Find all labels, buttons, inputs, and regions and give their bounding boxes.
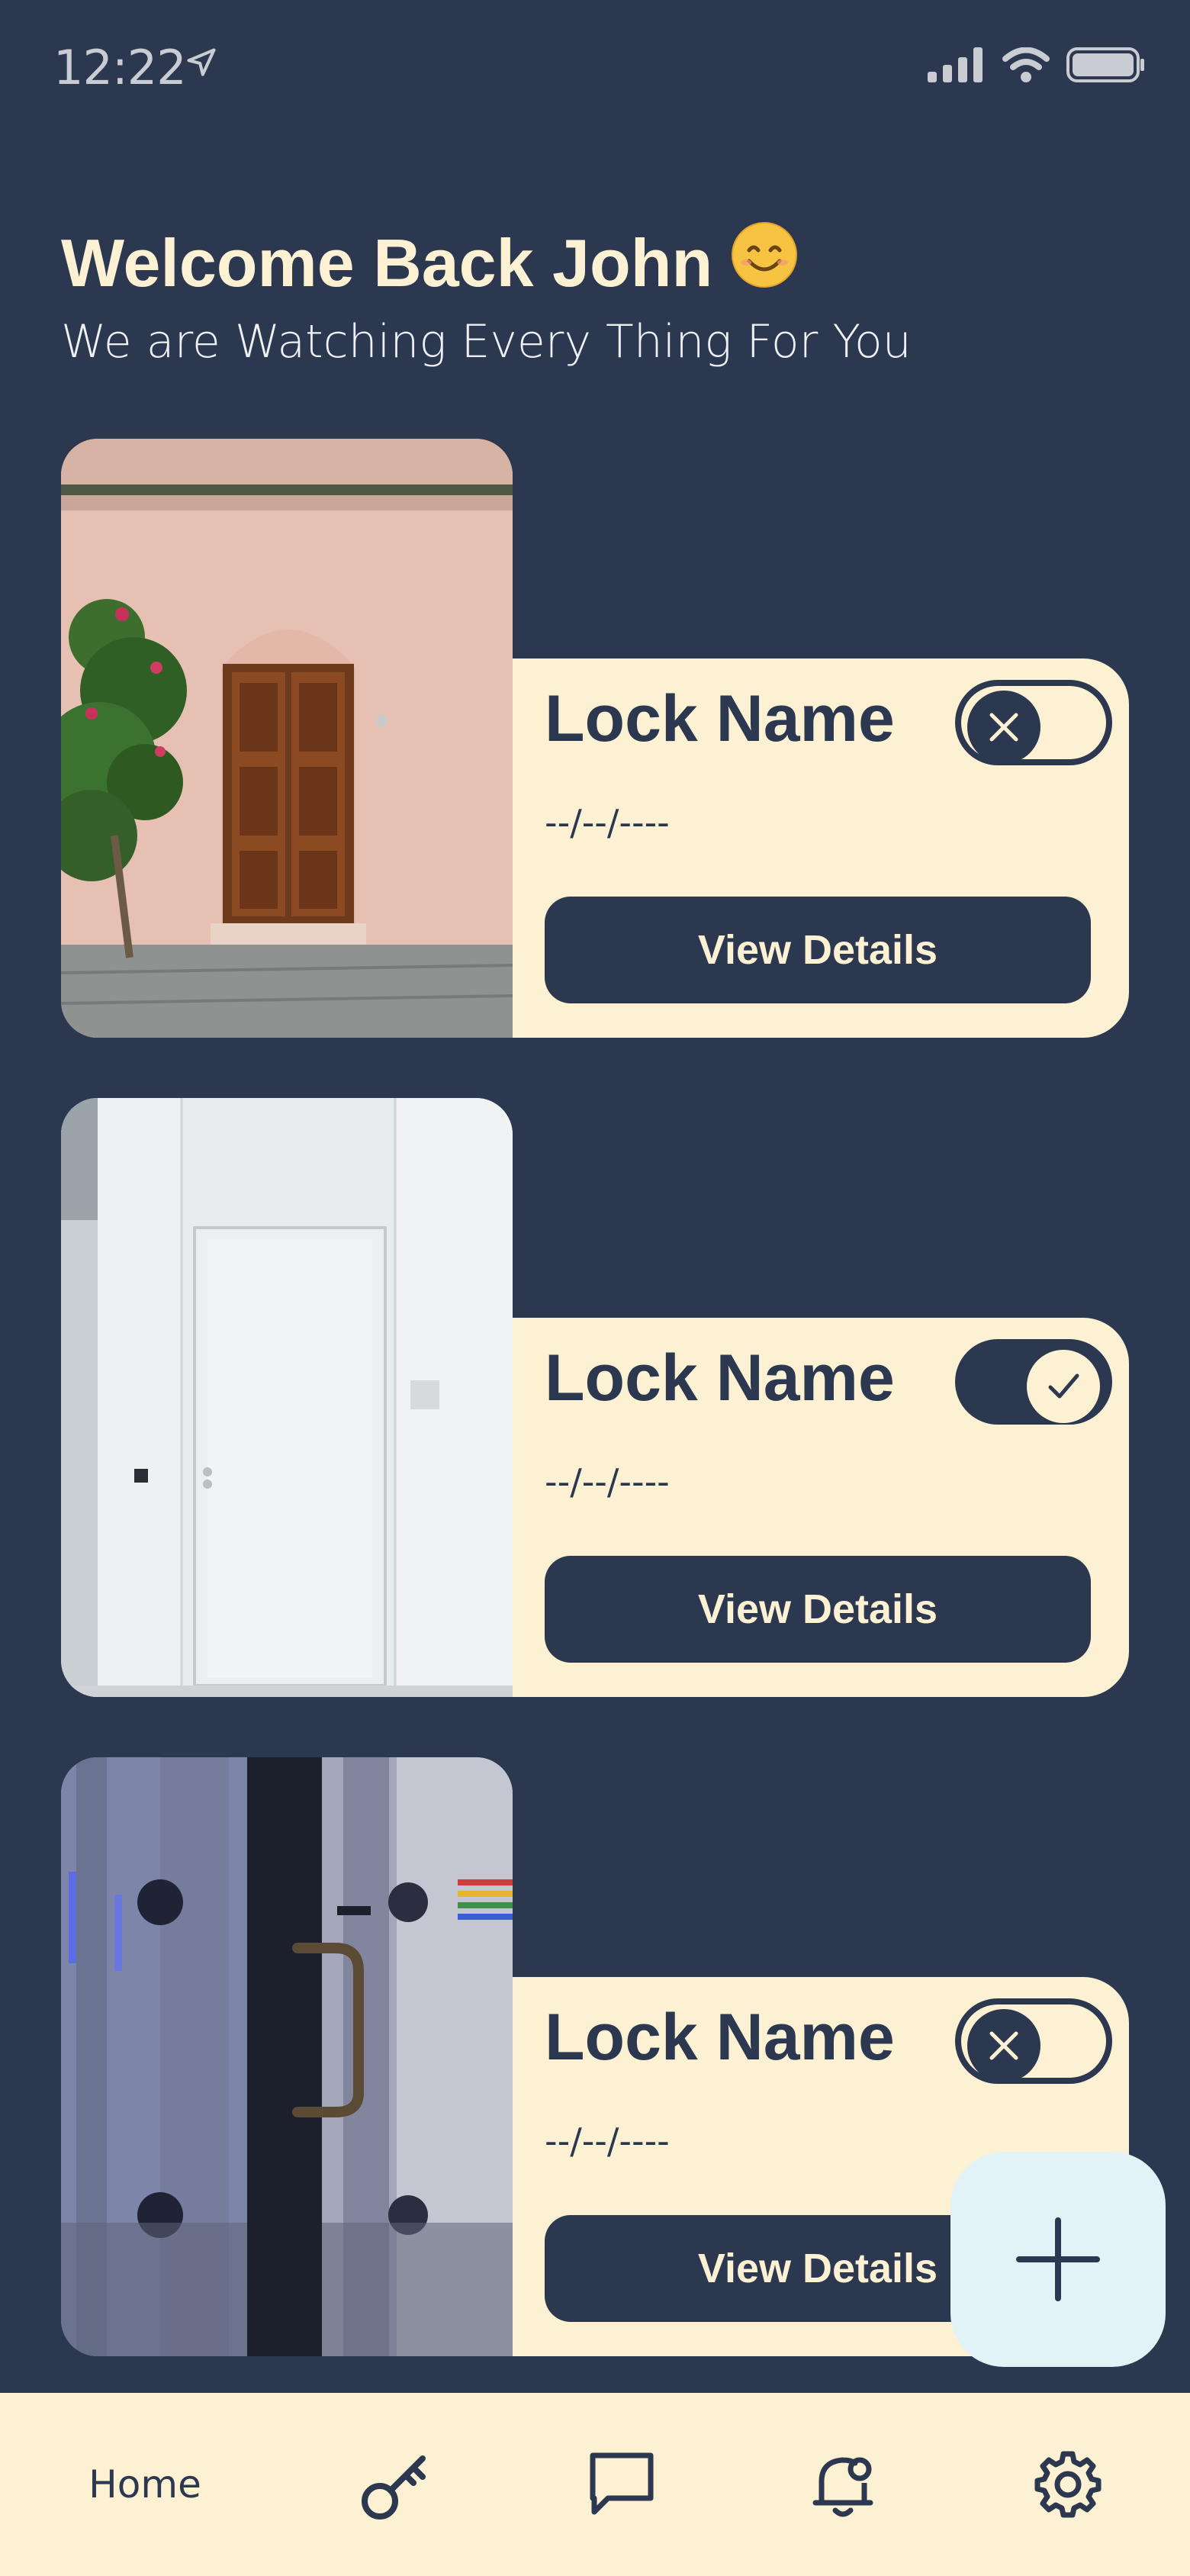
key-icon (362, 2455, 426, 2520)
status-time: 12:22 (53, 40, 187, 95)
lock-photo-old-wooden-door[interactable] (61, 439, 513, 1038)
lock-toggle[interactable] (955, 1998, 1112, 2084)
chat-icon (590, 2452, 654, 2515)
lock-toggle[interactable] (955, 680, 1112, 765)
lock-name: Lock Name (545, 682, 895, 755)
lock-date: --/--/---- (545, 1461, 670, 1502)
view-details-button[interactable]: View Details (545, 897, 1091, 1003)
lock-date: --/--/---- (545, 2120, 670, 2162)
nav-notifications[interactable] (782, 2393, 904, 2576)
nav-messages[interactable] (561, 2393, 683, 2576)
lock-photo-glass-door-handle[interactable] (61, 1757, 513, 2356)
toggle-knob (967, 2009, 1040, 2082)
lock-info-panel: Lock Name --/--/---- View Details (513, 658, 1129, 1038)
welcome-subtitle: We are Watching Every Thing For You (61, 315, 912, 369)
lock-photo-white-office-door[interactable] (61, 1098, 513, 1697)
lock-name: Lock Name (545, 2001, 895, 2074)
battery-icon (1066, 47, 1144, 82)
nav-home-label: Home (88, 2462, 201, 2507)
settings-icon (1034, 2451, 1102, 2518)
lock-card: Lock Name --/--/---- View Details (61, 1098, 1129, 1697)
close-icon (989, 713, 1018, 742)
lock-card: Lock Name --/--/---- View Details (61, 439, 1129, 1038)
toggle-knob (1027, 1350, 1100, 1423)
status-bar: 12:22 (0, 0, 1190, 137)
close-icon (989, 2031, 1018, 2060)
nav-keys[interactable] (336, 2393, 458, 2576)
nav-settings[interactable] (1007, 2393, 1129, 2576)
lock-date: --/--/---- (545, 802, 670, 843)
plus-icon (1016, 2217, 1100, 2301)
add-lock-button[interactable] (950, 2152, 1166, 2367)
bell-icon (812, 2457, 873, 2517)
smile-emoji-icon (731, 221, 798, 304)
view-details-button[interactable]: View Details (545, 1556, 1091, 1663)
lock-toggle[interactable] (955, 1339, 1112, 1425)
lock-name: Lock Name (545, 1341, 895, 1415)
check-icon (1048, 1373, 1079, 1399)
wifi-icon (1002, 47, 1050, 82)
signal-icon (928, 47, 983, 82)
nav-home[interactable]: Home (46, 2393, 244, 2576)
welcome-title: Welcome Back John (61, 221, 912, 304)
bottom-nav: Home (0, 2393, 1190, 2576)
lock-info-panel: Lock Name --/--/---- View Details (513, 1318, 1129, 1697)
location-arrow-icon (187, 48, 216, 76)
toggle-knob (967, 691, 1040, 764)
welcome-header: Welcome Back John We are Watching Every … (61, 221, 912, 369)
welcome-title-text: Welcome Back John (61, 224, 713, 301)
